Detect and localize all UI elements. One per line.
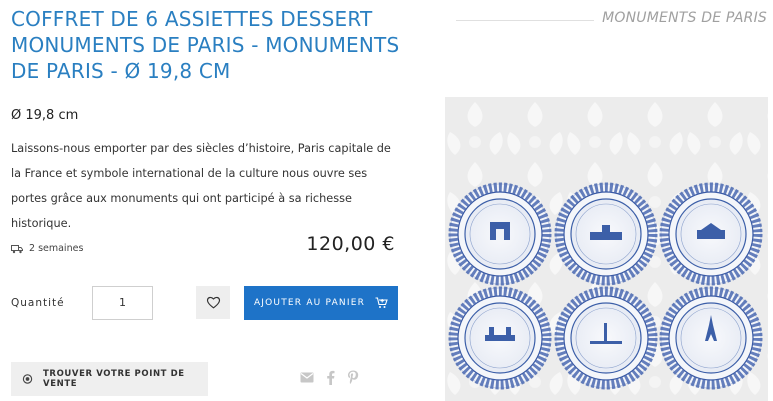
pinterest-icon[interactable] xyxy=(347,370,359,385)
delivery-time: 2 semaines xyxy=(29,243,84,254)
find-store-button[interactable]: TROUVER VOTRE POINT DE VENTE xyxy=(11,362,208,396)
collection-name[interactable]: MONUMENTS DE PARIS xyxy=(602,10,767,26)
share-links xyxy=(300,370,359,385)
product-price: 120,00 € xyxy=(306,233,395,255)
email-icon[interactable] xyxy=(300,372,314,383)
product-diameter: Ø 19,8 cm xyxy=(11,108,79,123)
product-title: COFFRET DE 6 ASSIETTES DESSERT MONUMENTS… xyxy=(11,7,400,83)
plates-photo xyxy=(445,97,768,401)
quantity-input[interactable]: 1 xyxy=(92,286,153,320)
add-to-cart-label: AJOUTER AU PANIER xyxy=(253,298,366,308)
wishlist-button[interactable] xyxy=(196,286,230,319)
product-description: Laissons-nous emporter par des siècles d… xyxy=(11,142,391,230)
cart-icon xyxy=(375,297,388,308)
location-target-icon xyxy=(22,374,33,384)
add-to-cart-button[interactable]: AJOUTER AU PANIER xyxy=(244,286,398,320)
collection-divider xyxy=(456,20,594,21)
quantity-label: Quantité xyxy=(11,297,65,309)
find-store-label: TROUVER VOTRE POINT DE VENTE xyxy=(43,369,185,389)
heart-icon xyxy=(206,296,220,309)
product-image[interactable] xyxy=(445,97,768,401)
delivery-info: 2 semaines xyxy=(11,243,83,254)
facebook-icon[interactable] xyxy=(326,370,335,385)
truck-icon xyxy=(11,244,23,253)
